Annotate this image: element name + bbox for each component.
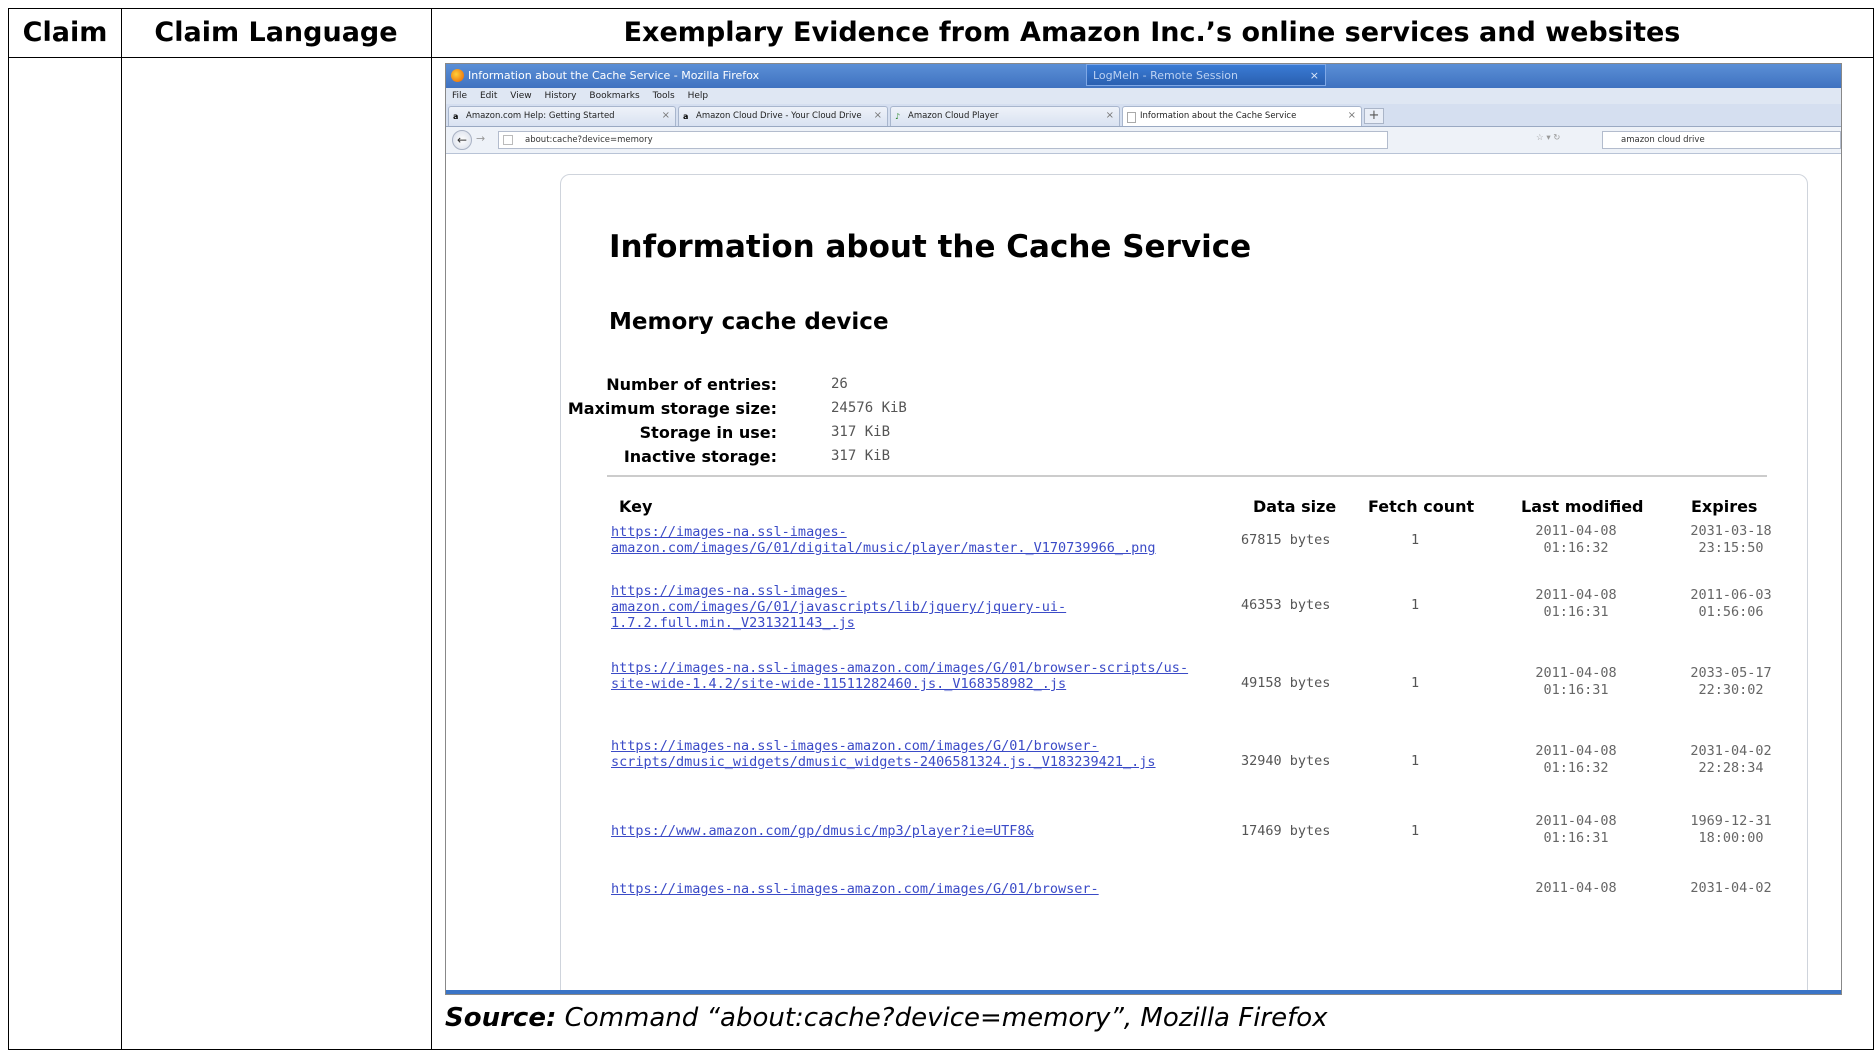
data-size: 67815 bytes (1241, 532, 1331, 548)
last-modified: 2011-04-08 01:16:31 (1535, 665, 1617, 698)
status-bar (446, 990, 1841, 994)
fetch-count: 1 (1411, 753, 1420, 769)
column-header-expires: Expires (1691, 497, 1758, 516)
expires: 1969-12-31 18:00:00 (1690, 813, 1772, 846)
header-divider (9, 57, 1873, 58)
tab-cloud-player[interactable]: ♪ Amazon Cloud Player × (890, 106, 1120, 126)
browser-screenshot: Information about the Cache Service - Mo… (445, 63, 1842, 995)
back-button[interactable]: ← (452, 130, 472, 150)
menu-view[interactable]: View (510, 91, 531, 101)
tab-amazon-help[interactable]: a Amazon.com Help: Getting Started × (448, 106, 676, 126)
section-title: Memory cache device (609, 309, 889, 335)
data-size: 32940 bytes (1241, 753, 1331, 769)
stat-value: 26 (831, 376, 848, 392)
forward-button[interactable]: → (476, 132, 485, 145)
last-modified: 2011-04-08 01:16:32 (1535, 523, 1617, 556)
cache-entry-link[interactable]: https://images-na.ssl-images-amazon.com/… (611, 583, 1201, 631)
last-modified: 2011-04-08 01:16:31 (1535, 813, 1617, 846)
column-header-fetch-count: Fetch count (1368, 497, 1475, 516)
expires: 2011-06-03 01:56:06 (1690, 587, 1772, 620)
cache-entry-link[interactable]: https://www.amazon.com/gp/dmusic/mp3/pla… (611, 823, 1211, 839)
cache-info-card: Information about the Cache Service Memo… (560, 174, 1808, 994)
expires: 2031-04-02 (1690, 880, 1772, 896)
header-claim: Claim (22, 17, 108, 48)
page-icon (503, 135, 513, 145)
tab-cloud-drive[interactable]: a Amazon Cloud Drive - Your Cloud Drive … (678, 106, 888, 126)
menu-help[interactable]: Help (688, 91, 709, 101)
close-icon[interactable]: × (874, 110, 882, 121)
amazon-favicon-icon: a (453, 112, 459, 121)
cache-entry-link[interactable]: https://images-na.ssl-images-amazon.com/… (611, 524, 1201, 556)
cache-entry-link[interactable]: https://images-na.ssl-images-amazon.com/… (611, 881, 1201, 897)
search-input[interactable]: amazon cloud drive (1602, 131, 1841, 149)
data-size: 17469 bytes (1241, 823, 1331, 839)
nav-controls: ☆ ▾ ↻ amazon cloud drive (1536, 131, 1841, 149)
menu-bar: File Edit View History Bookmarks Tools H… (446, 88, 1841, 104)
close-icon[interactable]: × (1310, 69, 1319, 82)
column-header-key: Key (619, 497, 653, 516)
menu-history[interactable]: History (544, 91, 576, 101)
amazon-favicon-icon: a (683, 112, 689, 121)
stat-label: Number of entries: (606, 375, 777, 394)
fetch-count: 1 (1411, 597, 1420, 613)
music-note-icon: ♪ (895, 112, 901, 121)
menu-file[interactable]: File (452, 91, 467, 101)
stat-label: Storage in use: (639, 423, 777, 442)
page-title: Information about the Cache Service (609, 229, 1252, 265)
address-text: about:cache?device=memory (525, 135, 653, 145)
fetch-count: 1 (1411, 823, 1420, 839)
expires: 2031-04-02 22:28:34 (1690, 743, 1772, 776)
address-bar[interactable]: about:cache?device=memory (498, 131, 1388, 149)
search-text: amazon cloud drive (1621, 135, 1705, 145)
logmein-session-tab[interactable]: LogMeIn - Remote Session × (1086, 64, 1326, 86)
close-icon[interactable]: × (1348, 110, 1356, 121)
reload-icon[interactable]: ☆ ▾ ↻ (1536, 133, 1560, 143)
cache-entry-link[interactable]: https://images-na.ssl-images-amazon.com/… (611, 660, 1201, 692)
tab-label: Amazon Cloud Drive - Your Cloud Drive (696, 111, 862, 121)
cache-entry-link[interactable]: https://images-na.ssl-images-amazon.com/… (611, 738, 1201, 770)
window-title: Information about the Cache Service - Mo… (468, 69, 760, 82)
header-claim-language: Claim Language (154, 17, 398, 48)
page-content: Information about the Cache Service Memo… (446, 154, 1841, 994)
column-header-data-size: Data size (1253, 497, 1337, 516)
source-label: Source: (445, 1003, 557, 1033)
close-icon[interactable]: × (662, 110, 670, 121)
stat-value: 317 KiB (831, 448, 891, 464)
close-icon[interactable]: × (1106, 110, 1114, 121)
data-size: 49158 bytes (1241, 675, 1331, 691)
fetch-count: 1 (1411, 532, 1420, 548)
navigation-bar: ← → about:cache?device=memory ☆ ▾ ↻ amaz… (446, 127, 1841, 154)
window-titlebar: Information about the Cache Service - Mo… (446, 64, 1841, 88)
tab-label: Amazon Cloud Player (908, 111, 999, 121)
source-caption: Source: Command “about:cache?device=memo… (445, 1003, 1328, 1033)
new-tab-button[interactable]: + (1364, 108, 1384, 124)
divider (607, 475, 1767, 477)
fetch-count: 1 (1411, 675, 1420, 691)
menu-bookmarks[interactable]: Bookmarks (589, 91, 639, 101)
tab-strip: a Amazon.com Help: Getting Started × a A… (446, 104, 1841, 127)
stat-value: 317 KiB (831, 424, 891, 440)
last-modified: 2011-04-08 (1535, 880, 1617, 896)
expires: 2031-03-18 23:15:50 (1690, 523, 1772, 556)
stat-value: 24576 KiB (831, 400, 907, 416)
tab-cache-service[interactable]: Information about the Cache Service × (1122, 106, 1362, 126)
stat-label: Inactive storage: (623, 447, 777, 466)
header-evidence: Exemplary Evidence from Amazon Inc.’s on… (623, 17, 1681, 48)
menu-edit[interactable]: Edit (480, 91, 497, 101)
tab-label: Amazon.com Help: Getting Started (466, 111, 615, 121)
logmein-label: LogMeIn - Remote Session (1093, 69, 1238, 82)
last-modified: 2011-04-08 01:16:32 (1535, 743, 1617, 776)
column-divider (431, 9, 432, 1049)
column-divider (121, 9, 122, 1049)
page-icon (1127, 112, 1136, 123)
stat-label: Maximum storage size: (567, 399, 777, 418)
menu-tools[interactable]: Tools (653, 91, 675, 101)
last-modified: 2011-04-08 01:16:31 (1535, 587, 1617, 620)
expires: 2033-05-17 22:30:02 (1690, 665, 1772, 698)
column-header-last-modified: Last modified (1521, 497, 1644, 516)
data-size: 46353 bytes (1241, 597, 1331, 613)
source-text: Command “about:cache?device=memory”, Moz… (556, 1003, 1328, 1033)
firefox-icon (451, 69, 464, 82)
tab-label: Information about the Cache Service (1140, 111, 1297, 121)
